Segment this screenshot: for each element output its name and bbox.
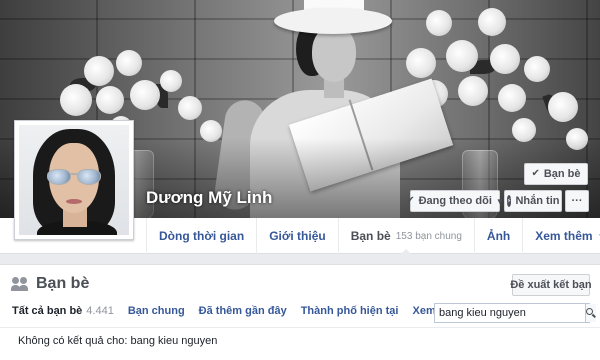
- tab-friends[interactable]: Bạn bè 153 bạn chung: [337, 218, 474, 255]
- friends-section-header: Bạn bè: [11, 275, 90, 293]
- tab-timeline-label: Dòng thời gian: [159, 229, 245, 243]
- friends-search-input[interactable]: [435, 304, 585, 322]
- avatar-sunglasses-right: [77, 169, 101, 185]
- following-button[interactable]: ✔ Đang theo dõi ▼: [406, 190, 504, 212]
- messenger-icon: ⚡: [506, 195, 512, 207]
- flower-decor: [490, 44, 520, 74]
- following-label: Đang theo dõi: [418, 195, 492, 207]
- flower-decor: [130, 80, 160, 110]
- figure-head: [312, 26, 356, 82]
- hat-brim: [274, 8, 392, 34]
- tab-timeline[interactable]: Dòng thời gian: [146, 218, 256, 254]
- search-icon: [586, 308, 596, 318]
- flower-decor: [548, 92, 578, 122]
- tab-about[interactable]: Giới thiệu: [256, 218, 338, 254]
- flower-decor: [178, 96, 202, 120]
- message-button[interactable]: ⚡ Nhắn tin: [504, 190, 562, 212]
- flower-decor: [160, 70, 182, 92]
- tab-more[interactable]: Xem thêm ▼: [522, 218, 600, 254]
- flower-decor: [60, 84, 92, 116]
- friends-section-title: Bạn bè: [36, 275, 90, 292]
- more-options-button[interactable]: ···: [565, 190, 589, 212]
- tab-current-city[interactable]: Thành phố hiện tại: [301, 305, 399, 317]
- tab-mutual-friends[interactable]: Bạn chung: [128, 305, 185, 317]
- flower-decor: [478, 8, 506, 36]
- message-label: Nhắn tin: [515, 195, 560, 207]
- avatar-lips: [66, 199, 82, 204]
- chevron-down-icon: ▼: [495, 196, 504, 206]
- flower-decor: [406, 48, 436, 78]
- flower-decor: [84, 56, 114, 86]
- people-icon: [11, 277, 30, 291]
- flower-decor: [524, 56, 550, 82]
- avatar: [19, 125, 129, 235]
- check-icon: ✔: [531, 168, 540, 179]
- friends-status-label: Bạn bè: [543, 168, 581, 180]
- profile-nav-tabs: Dòng thời gian Giới thiệu Bạn bè 153 bạn…: [146, 218, 600, 255]
- tab-all-friends[interactable]: Tất cả bạn bè 4.441: [12, 305, 114, 317]
- flower-decor: [96, 86, 124, 114]
- avatar-glasses-bridge: [71, 173, 77, 175]
- all-friends-count: 4.441: [86, 305, 114, 317]
- flower-decor: [446, 40, 478, 72]
- more-icon: ···: [571, 195, 583, 207]
- tab-more-label: Xem thêm: [535, 229, 593, 243]
- avatar-sunglasses-left: [47, 169, 71, 185]
- tab-recently-added[interactable]: Đã thêm gần đây: [199, 305, 287, 317]
- tab-photos-label: Ảnh: [486, 229, 511, 243]
- friends-status-button[interactable]: ✔ Bạn bè: [524, 163, 588, 185]
- check-icon: ✔: [406, 195, 415, 206]
- profile-picture[interactable]: [14, 120, 134, 240]
- friends-search-button[interactable]: [585, 304, 596, 322]
- tab-about-label: Giới thiệu: [269, 229, 326, 243]
- mutual-friends-count: 153 bạn chung: [395, 230, 462, 242]
- flower-decor: [426, 10, 452, 36]
- friends-section: Bạn bè Đề xuất kết bạn Tất cả bạn bè 4.44…: [0, 264, 600, 360]
- divider: [0, 327, 600, 328]
- no-results-message: Không có kết quả cho: bang kieu nguyen: [18, 335, 218, 347]
- tab-friends-label: Bạn bè: [350, 229, 391, 243]
- friends-filter-tabs: Tất cả bạn bè 4.441 Bạn chung Đã thêm gần…: [12, 305, 465, 317]
- flower-decor: [116, 50, 142, 76]
- flower-decor: [458, 76, 488, 106]
- flower-decor: [498, 84, 526, 112]
- friends-search-box: [434, 303, 596, 323]
- tab-photos[interactable]: Ảnh: [473, 218, 522, 254]
- tab-all-friends-label: Tất cả bạn bè: [12, 305, 83, 317]
- profile-name[interactable]: Dương Mỹ Linh: [146, 188, 272, 208]
- suggest-friends-button[interactable]: Đề xuất kết bạn: [510, 274, 592, 296]
